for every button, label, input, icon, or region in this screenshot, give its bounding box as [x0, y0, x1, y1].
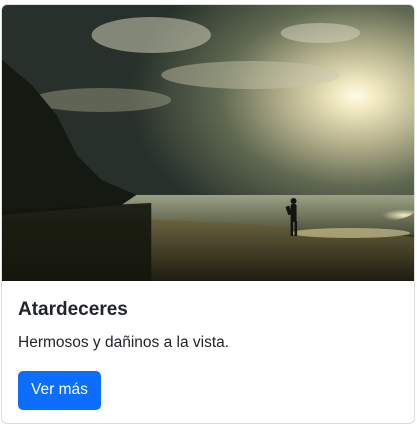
- card-title: Atardeceres: [18, 299, 128, 320]
- ver-mas-button[interactable]: Ver más: [18, 371, 101, 411]
- card-image: [2, 5, 414, 281]
- card-text: Hermosos y dañinos a la vista.: [18, 333, 230, 351]
- card-body: Atardeceres Hermosos y dañinos a la vist…: [2, 281, 414, 423]
- card: Atardeceres Hermosos y dañinos a la vist…: [1, 4, 415, 424]
- sunset-beach-photo: [2, 5, 414, 281]
